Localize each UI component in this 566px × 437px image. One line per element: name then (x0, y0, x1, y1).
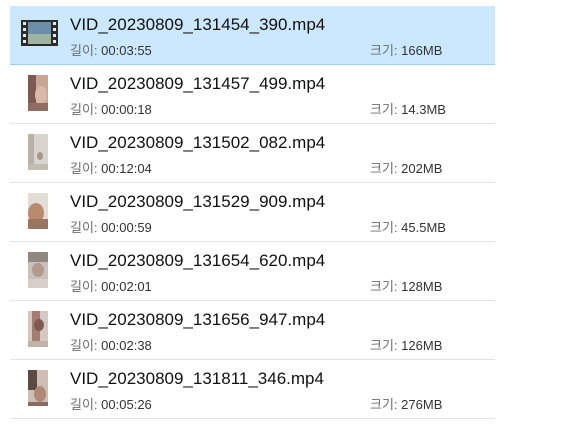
video-thumbnail (28, 134, 48, 170)
duration-info: 길이: 00:00:59 (70, 217, 152, 236)
file-row[interactable]: VID_20230809_131454_390.mp4 길이: 00:03:55… (10, 6, 495, 65)
size-label: 크기: (370, 102, 398, 117)
size-label: 크기: (370, 397, 398, 412)
video-film-icon (21, 20, 58, 46)
duration-label: 길이: (70, 220, 98, 235)
duration-label: 길이: (70, 397, 98, 412)
file-row[interactable]: VID_20230809_131457_499.mp4 길이: 00:00:18… (10, 65, 495, 124)
video-thumbnail (28, 75, 48, 111)
file-name: VID_20230809_131502_082.mp4 (70, 133, 326, 152)
duration-info: 길이: 00:12:04 (70, 158, 152, 177)
size-info: 크기: 14.3MB (370, 99, 446, 118)
duration-label: 길이: (70, 279, 98, 294)
video-thumbnail (28, 370, 48, 406)
duration-info: 길이: 00:02:38 (70, 335, 152, 354)
size-label: 크기: (370, 161, 398, 176)
duration-value: 00:05:26 (101, 397, 152, 412)
duration-value: 00:03:55 (101, 43, 152, 58)
file-name: VID_20230809_131811_346.mp4 (70, 369, 324, 388)
size-info: 크기: 276MB (370, 394, 442, 413)
duration-label: 길이: (70, 102, 98, 117)
duration-value: 00:12:04 (101, 161, 152, 176)
duration-label: 길이: (70, 161, 98, 176)
size-value: 126MB (401, 338, 443, 353)
file-name: VID_20230809_131457_499.mp4 (70, 74, 326, 93)
size-label: 크기: (370, 338, 398, 353)
duration-label: 길이: (70, 338, 98, 353)
file-name: VID_20230809_131656_947.mp4 (70, 310, 326, 329)
duration-value: 00:00:59 (101, 220, 152, 235)
size-value: 128MB (401, 279, 443, 294)
size-info: 크기: 166MB (370, 40, 442, 59)
file-name: VID_20230809_131654_620.mp4 (70, 251, 326, 270)
duration-info: 길이: 00:05:26 (70, 394, 152, 413)
size-value: 45.5MB (401, 220, 446, 235)
video-thumbnail (28, 193, 48, 229)
file-row[interactable]: VID_20230809_131529_909.mp4 길이: 00:00:59… (10, 183, 495, 242)
size-label: 크기: (370, 220, 398, 235)
file-row[interactable]: VID_20230809_131811_346.mp4 길이: 00:05:26… (10, 360, 495, 419)
file-list: VID_20230809_131454_390.mp4 길이: 00:03:55… (10, 6, 495, 419)
size-info: 크기: 202MB (370, 158, 442, 177)
size-info: 크기: 45.5MB (370, 217, 446, 236)
size-label: 크기: (370, 279, 398, 294)
duration-info: 길이: 00:03:55 (70, 40, 152, 59)
size-value: 166MB (401, 43, 443, 58)
file-row[interactable]: VID_20230809_131656_947.mp4 길이: 00:02:38… (10, 301, 495, 360)
size-label: 크기: (370, 43, 398, 58)
duration-value: 00:02:38 (101, 338, 152, 353)
size-info: 크기: 128MB (370, 276, 442, 295)
duration-label: 길이: (70, 43, 98, 58)
duration-info: 길이: 00:02:01 (70, 276, 152, 295)
file-row[interactable]: VID_20230809_131654_620.mp4 길이: 00:02:01… (10, 242, 495, 301)
video-thumbnail (28, 252, 48, 288)
file-name: VID_20230809_131529_909.mp4 (70, 192, 326, 211)
file-row[interactable]: VID_20230809_131502_082.mp4 길이: 00:12:04… (10, 124, 495, 183)
duration-value: 00:00:18 (101, 102, 152, 117)
duration-info: 길이: 00:00:18 (70, 99, 152, 118)
size-value: 202MB (401, 161, 443, 176)
file-name: VID_20230809_131454_390.mp4 (70, 15, 326, 34)
size-value: 276MB (401, 397, 443, 412)
size-value: 14.3MB (401, 102, 446, 117)
video-thumbnail (28, 311, 48, 347)
size-info: 크기: 126MB (370, 335, 442, 354)
duration-value: 00:02:01 (101, 279, 152, 294)
